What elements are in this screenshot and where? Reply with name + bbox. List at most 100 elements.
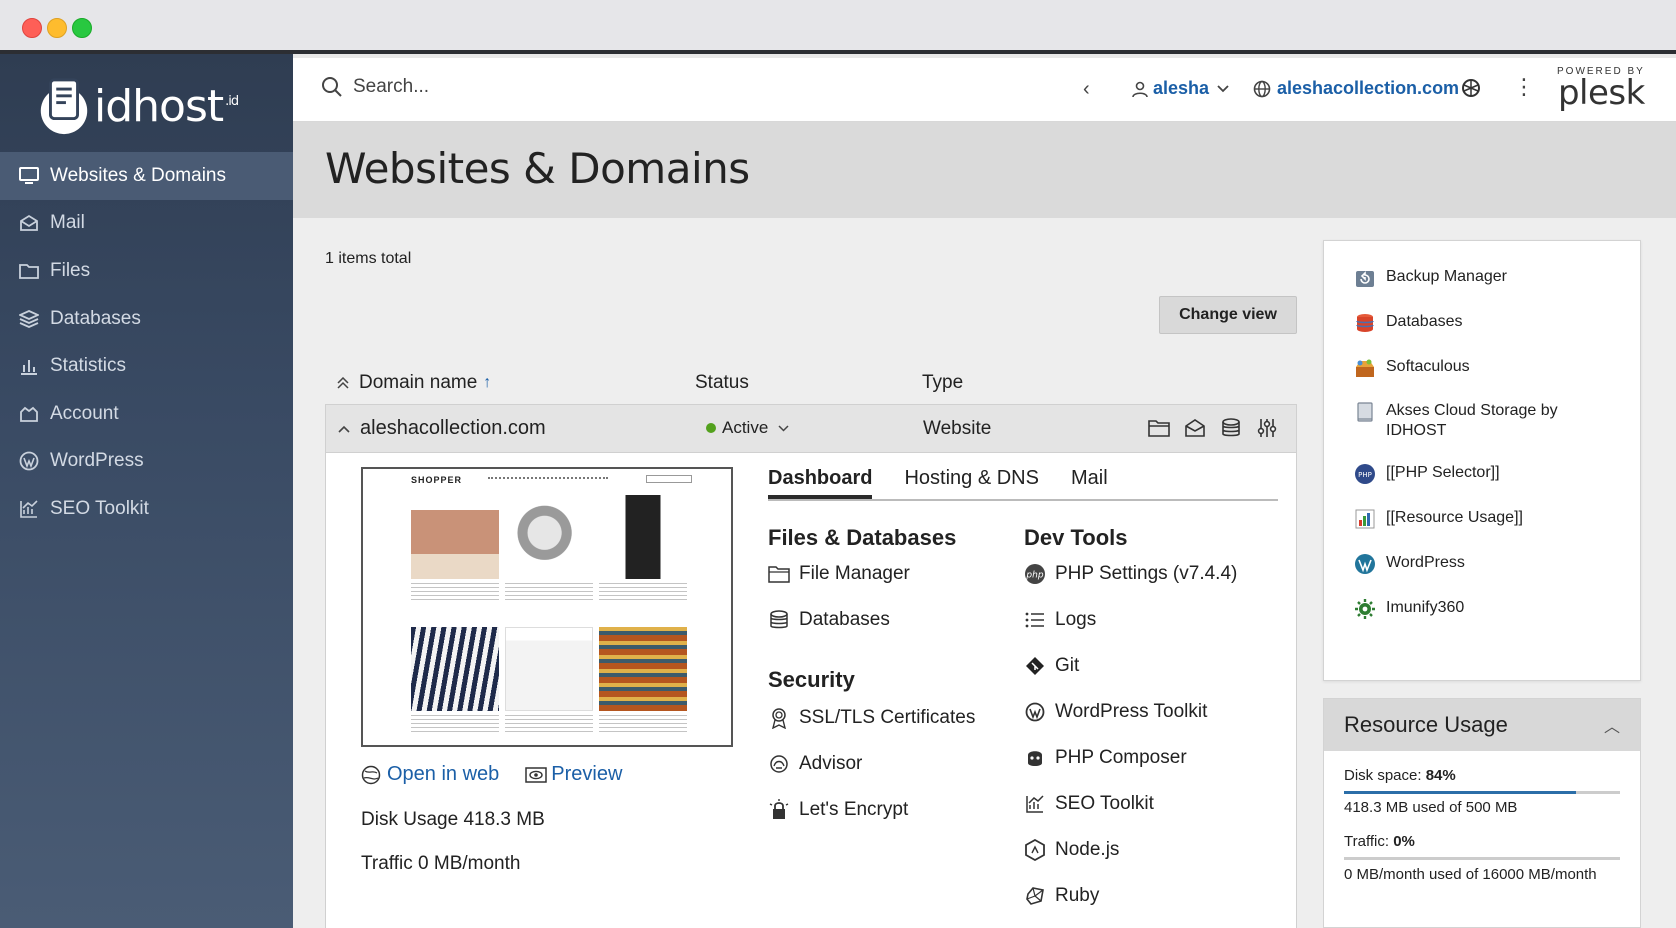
domain-column-header[interactable]: Domain name ↑ [337, 372, 491, 394]
logs-label: Logs [1055, 609, 1097, 630]
nodejs-link[interactable]: Node.js [1024, 839, 1119, 861]
domain-switcher[interactable]: aleshacollection.com [1253, 78, 1459, 99]
tab-dashboard[interactable]: Dashboard [768, 467, 873, 499]
domain-link[interactable]: aleshacollection.com [360, 417, 546, 440]
preview-link[interactable]: Preview [525, 763, 622, 786]
php-composer-link[interactable]: PHP Composer [1024, 747, 1187, 769]
wordpress-toolkit-link[interactable]: WordPress Toolkit [1024, 701, 1207, 723]
traffic-detail: 0 MB/month used of 16000 MB/month [1344, 866, 1597, 883]
seo-toolkit-link[interactable]: SEO Toolkit [1024, 793, 1154, 815]
ssl-certificates-link[interactable]: SSL/TLS Certificates [768, 707, 975, 729]
idhost-logo[interactable]: idhost .id [38, 74, 239, 138]
more-options-button[interactable]: ⋮ [1513, 76, 1535, 98]
chevron-up-icon[interactable] [338, 425, 350, 433]
user-icon [1132, 81, 1148, 97]
tool-wordpress[interactable]: WordPress [1354, 553, 1465, 575]
sidebar-item-account[interactable]: Account [0, 390, 293, 438]
sidebar-item-files[interactable]: Files [0, 247, 293, 295]
row-header: aleshacollection.com Active Website [326, 405, 1296, 453]
disk-usage: Disk Usage 418.3 MB [361, 809, 545, 831]
sidebar-item-label: Mail [50, 212, 85, 234]
folder-icon[interactable] [1148, 417, 1170, 439]
website-thumbnail[interactable]: SHOPPER [361, 467, 733, 747]
globe-icon [1253, 80, 1271, 97]
php-settings-link[interactable]: php PHP Settings (v7.4.4) [1024, 563, 1237, 585]
resource-usage-header[interactable]: Resource Usage ︿ [1324, 699, 1640, 751]
ruby-link[interactable]: Ruby [1024, 885, 1099, 907]
svg-text:php: php [1025, 571, 1043, 581]
page-title: Websites & Domains [325, 144, 750, 193]
search-box[interactable] [321, 76, 653, 98]
extensions-button[interactable] [1460, 77, 1482, 104]
thumbnail-product [599, 627, 687, 735]
git-label: Git [1055, 655, 1080, 676]
status-dropdown[interactable]: Active [706, 418, 789, 438]
sidebar-item-databases[interactable]: Databases [0, 295, 293, 343]
sidebar-item-label: Websites & Domains [50, 164, 226, 186]
nodejs-icon [1024, 839, 1046, 861]
items-total: 1 items total [325, 250, 412, 267]
database-icon[interactable] [1220, 417, 1242, 439]
advisor-link[interactable]: Advisor [768, 753, 862, 775]
lets-encrypt-link[interactable]: Let's Encrypt [768, 799, 908, 821]
sidebar-item-websites-domains[interactable]: Websites & Domains [0, 152, 293, 200]
tool-imunify360[interactable]: Imunify360 [1354, 598, 1464, 620]
files-databases-title: Files & Databases [768, 525, 957, 550]
tool-backup-manager[interactable]: Backup Manager [1354, 267, 1507, 289]
type-column-header[interactable]: Type [922, 372, 963, 394]
disk-space-line: Disk space: 84% [1344, 767, 1456, 784]
maximize-window-button[interactable] [72, 18, 92, 38]
tool-resource-usage[interactable]: [[Resource Usage]] [1354, 508, 1523, 530]
database-icon [1356, 314, 1374, 332]
sidebar-item-statistics[interactable]: Statistics [0, 342, 293, 390]
wordpress-icon [1024, 701, 1046, 723]
minimize-window-button[interactable] [47, 18, 67, 38]
traffic-usage: Traffic 0 MB/month [361, 853, 520, 875]
search-input[interactable] [353, 76, 653, 98]
user-menu[interactable]: alesha [1131, 78, 1229, 99]
file-manager-link[interactable]: File Manager [768, 563, 910, 585]
traffic-line: Traffic: 0% [1344, 833, 1415, 850]
collapse-all-icon[interactable] [337, 377, 349, 389]
open-in-web-link[interactable]: Open in web [361, 763, 499, 786]
tab-hosting-dns[interactable]: Hosting & DNS [904, 467, 1039, 499]
security-title: Security [768, 667, 855, 692]
status-text: Active [722, 418, 769, 437]
sidebar-item-seo-toolkit[interactable]: SEO Toolkit [0, 485, 293, 533]
lock-icon [768, 799, 790, 821]
php-composer-label: PHP Composer [1055, 747, 1187, 768]
resource-usage-panel: Resource Usage ︿ Disk space: 84% 418.3 M… [1323, 698, 1641, 928]
tab-mail[interactable]: Mail [1071, 467, 1108, 499]
tool-databases[interactable]: Databases [1354, 312, 1463, 334]
preview-label: Preview [551, 763, 623, 785]
thumbnail-search [646, 475, 692, 483]
databases-link[interactable]: Databases [768, 609, 890, 631]
tool-cloud-storage[interactable]: Akses Cloud Storage by IDHOST [1354, 401, 1594, 441]
sidebar-item-mail[interactable]: Mail [0, 200, 293, 248]
nodejs-label: Node.js [1055, 839, 1120, 860]
chevron-up-icon[interactable]: ︿ [1604, 713, 1620, 737]
tool-softaculous[interactable]: Softaculous [1354, 357, 1470, 379]
git-link[interactable]: Git [1024, 655, 1079, 677]
tool-label: [[PHP Selector]] [1386, 464, 1500, 481]
tool-label: Softaculous [1386, 358, 1470, 375]
sidebar-item-label: Statistics [50, 355, 127, 377]
back-button[interactable]: ‹ [1083, 78, 1090, 101]
sidebar-item-wordpress[interactable]: WordPress [0, 438, 293, 486]
domain-header-label: Domain name [359, 372, 478, 393]
domain-cell[interactable]: aleshacollection.com [338, 417, 546, 440]
close-window-button[interactable] [22, 18, 42, 38]
sidebar-nav: Websites & Domains Mail Files Databases … [0, 152, 293, 533]
change-view-button[interactable]: Change view [1159, 296, 1297, 334]
tool-php-selector[interactable]: PHP [[PHP Selector]] [1354, 463, 1500, 485]
wordpress-icon [18, 450, 40, 472]
tool-label: Backup Manager [1386, 268, 1507, 285]
mail-icon[interactable] [1184, 417, 1206, 439]
logs-link[interactable]: Logs [1024, 609, 1096, 631]
table-row: aleshacollection.com Active Website SHOP… [325, 404, 1297, 928]
tool-label: WordPress [1386, 554, 1465, 571]
chevron-down-icon [778, 424, 789, 432]
status-column-header[interactable]: Status [695, 372, 749, 394]
settings-sliders-icon[interactable] [1256, 417, 1278, 439]
tool-label: Databases [1386, 313, 1463, 330]
